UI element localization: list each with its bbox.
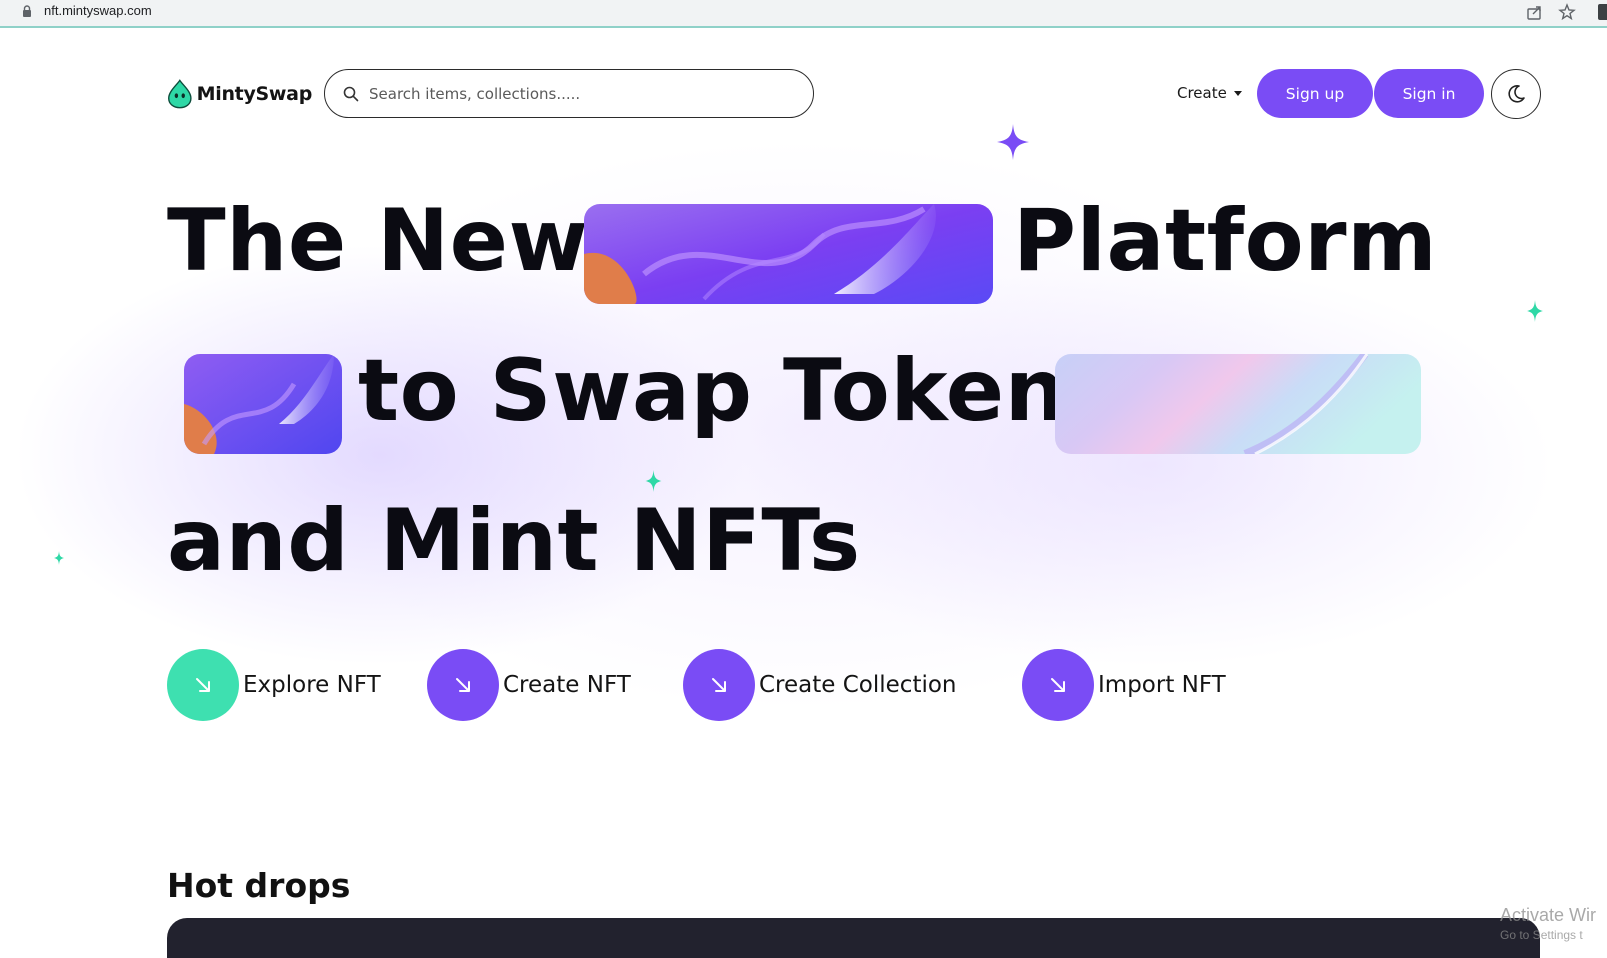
- import-nft-label: Import NFT: [1098, 672, 1226, 698]
- arrow-down-right-icon: [196, 678, 210, 692]
- create-dropdown[interactable]: Create: [1177, 82, 1242, 104]
- windows-activation-watermark: Activate Wir: [1500, 905, 1597, 925]
- import-nft-circle: [1022, 649, 1094, 721]
- create-collection-circle: [683, 649, 755, 721]
- search-icon: [343, 86, 359, 101]
- sparkle-icon: [645, 470, 662, 492]
- sparkle-icon: [1527, 300, 1543, 322]
- hero-image-swirl: [184, 354, 342, 454]
- url-text[interactable]: nft.mintyswap.com: [44, 3, 152, 18]
- sign-up-button[interactable]: Sign up: [1257, 69, 1373, 118]
- hot-drops-panel: [167, 918, 1540, 958]
- hero-headline-line2: to Swap Tokens: [358, 341, 1119, 441]
- caret-down-icon: [1233, 90, 1242, 96]
- create-nft-link[interactable]: Create NFT: [427, 649, 631, 721]
- create-nft-circle: [427, 649, 499, 721]
- lock-icon: [23, 5, 31, 17]
- search-bar[interactable]: [324, 69, 814, 118]
- arrow-down-right-icon: [712, 678, 726, 692]
- hero-headline-line3: and Mint NFTs: [167, 491, 861, 591]
- moon-icon: [1508, 85, 1525, 103]
- sparkle-icon: [54, 551, 64, 565]
- hero-headline-line1-start: The New: [167, 191, 589, 291]
- hero-headline-line1-end: Platform: [1013, 191, 1438, 291]
- sign-in-button[interactable]: Sign in: [1374, 69, 1484, 118]
- import-nft-link[interactable]: Import NFT: [1022, 649, 1226, 721]
- share-icon[interactable]: [1526, 3, 1544, 21]
- hot-drops-heading: Hot drops: [167, 866, 351, 905]
- extension-icon[interactable]: [1598, 4, 1607, 20]
- create-label: Create: [1177, 84, 1227, 102]
- logo-text: MintySwap: [196, 83, 313, 105]
- bookmark-star-icon[interactable]: [1558, 3, 1576, 21]
- explore-nft-link[interactable]: Explore NFT: [167, 649, 381, 721]
- browser-url-bar: nft.mintyswap.com: [0, 0, 1607, 28]
- arrow-down-right-icon: [456, 678, 470, 692]
- create-nft-label: Create NFT: [503, 672, 631, 698]
- hero-image-purple-wave: [584, 204, 993, 304]
- logo[interactable]: MintySwap: [167, 76, 312, 112]
- mint-drop-logo-icon: [168, 79, 192, 109]
- dark-mode-toggle[interactable]: [1491, 69, 1541, 119]
- search-input[interactable]: [367, 83, 787, 104]
- create-collection-link[interactable]: Create Collection: [683, 649, 957, 721]
- sparkle-icon: [997, 124, 1029, 160]
- explore-nft-circle: [167, 649, 239, 721]
- hero-image-iridescent: [1055, 354, 1421, 454]
- explore-nft-label: Explore NFT: [243, 672, 381, 698]
- arrow-down-right-icon: [1051, 678, 1065, 692]
- create-collection-label: Create Collection: [759, 672, 957, 698]
